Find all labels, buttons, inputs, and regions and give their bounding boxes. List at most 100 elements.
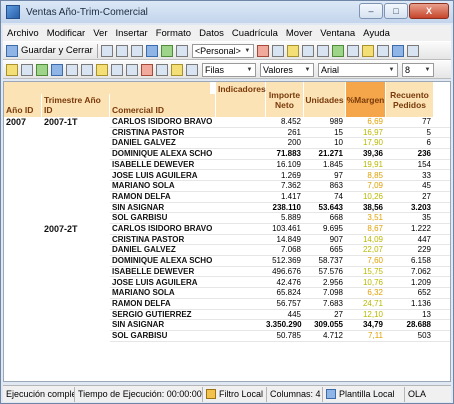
table-row: ISABELLE DEWEVER 496.676 57.576 15,75 7.062: [4, 267, 450, 278]
lightning-icon[interactable]: [361, 44, 374, 57]
pivot-icon[interactable]: [21, 63, 33, 76]
view-icon[interactable]: [145, 44, 158, 57]
table-row: JOSE LUIS AGUILERA 1.269 97 8,85 33: [4, 171, 450, 182]
chart-icon[interactable]: [391, 44, 404, 57]
status-columns: Columnas: 4: [267, 386, 323, 402]
menu-ver[interactable]: Ver: [89, 28, 111, 39]
table-row: SERGIO GUTIERREZ 445 27 12,10 13: [4, 310, 450, 321]
chevron-down-icon: ▼: [246, 66, 253, 73]
status-template[interactable]: Plantilla Local: [323, 386, 405, 402]
highlight-icon[interactable]: [286, 44, 299, 57]
menu-datos[interactable]: Datos: [195, 28, 228, 39]
status-template-label: Plantilla Local: [339, 389, 395, 399]
menu-archivo[interactable]: Archivo: [3, 28, 43, 39]
status-ola: OLA: [408, 389, 427, 399]
minimize-button[interactable]: –: [359, 3, 383, 19]
status-filter[interactable]: Filtro Local: [203, 386, 267, 402]
subtotal-icon[interactable]: [111, 63, 123, 76]
report-grid: Año ID Trimestre Año ID Comercial ID Ind…: [3, 81, 451, 382]
table-row: SIN ASIGNAR 238.110 53.643 38,56 3.203: [4, 203, 450, 214]
rows-select[interactable]: Filas ▼: [202, 62, 256, 77]
status-execution: Ejecución completa: [3, 386, 75, 402]
values-select-value: Valores: [263, 64, 293, 75]
menu-insertar[interactable]: Insertar: [112, 28, 152, 39]
template-icon: [326, 389, 336, 399]
title-bar[interactable]: Ventas Año-Trim-Comercial – □ X: [1, 1, 453, 23]
grid-corner: [4, 82, 210, 94]
table-icon[interactable]: [81, 63, 93, 76]
table-row: ISABELLE DEWEVER 16.109 1.845 19,91 154: [4, 160, 450, 171]
table-row: CARLOS ISIDORO BRAVO 8.452 989 6,69 77: [4, 117, 450, 128]
app-window: Ventas Año-Trim-Comercial – □ X Archivo …: [0, 0, 454, 404]
col-header-margen[interactable]: %Margen: [346, 82, 386, 117]
prompt-icon[interactable]: [51, 63, 63, 76]
paste-icon[interactable]: [130, 44, 143, 57]
style-select[interactable]: <Personal> ▼: [191, 43, 254, 58]
filter-icon[interactable]: [346, 44, 359, 57]
chevron-down-icon: ▼: [304, 66, 311, 73]
col-header-comercial[interactable]: Comercial ID: [110, 94, 216, 117]
font-select[interactable]: Arial ▼: [318, 62, 398, 77]
size-select-value: 8: [405, 64, 411, 75]
table-row: CRISTINA PASTOR 261 15 16,97 5: [4, 128, 450, 139]
percent-icon[interactable]: [316, 44, 329, 57]
sort-icon[interactable]: [271, 44, 284, 57]
table-row: CRISTINA PASTOR 14.849 907 14,09 447: [4, 235, 450, 246]
outline-icon[interactable]: [171, 63, 183, 76]
table-row: JOSE LUIS AGUILERA 42.476 2.956 10,76 1.209: [4, 278, 450, 289]
maximize-button[interactable]: □: [384, 3, 408, 19]
grid-icon[interactable]: [376, 44, 389, 57]
drill-icon[interactable]: [66, 63, 78, 76]
menu-modificar[interactable]: Modificar: [43, 28, 90, 39]
menu-mover[interactable]: Mover: [282, 28, 316, 39]
close-button[interactable]: X: [409, 3, 449, 19]
menu-formato[interactable]: Formato: [152, 28, 195, 39]
refresh-icon[interactable]: [36, 63, 48, 76]
col-header-quarter[interactable]: Trimestre Año ID: [42, 94, 110, 117]
pin-icon[interactable]: [6, 63, 18, 76]
copy-icon[interactable]: [115, 44, 128, 57]
menu-cuadricula[interactable]: Cuadrícula: [228, 28, 282, 39]
toolbar-format: Filas ▼ Valores ▼ Arial ▼ 8 ▼: [3, 60, 451, 79]
table-row: DANIEL GALVEZ 200 10 17,90 6: [4, 138, 450, 150]
menu-bar: Archivo Modificar Ver Insertar Formato D…: [3, 25, 451, 41]
status-filter-label: Filtro Local: [218, 389, 263, 399]
more-icon[interactable]: [406, 44, 419, 57]
chevron-down-icon: ▼: [424, 66, 431, 73]
menu-ayuda[interactable]: Ayuda: [359, 28, 394, 39]
sort-asc-icon[interactable]: [156, 63, 168, 76]
rows-select-value: Filas: [205, 64, 225, 75]
table-row: MARIANO SOLA 65.824 7.098 6,32 652: [4, 288, 450, 299]
page-icon[interactable]: [100, 44, 113, 57]
values-select[interactable]: Valores ▼: [260, 62, 314, 77]
filter-icon: [206, 389, 216, 399]
export-icon[interactable]: [160, 44, 173, 57]
format-icon[interactable]: [256, 44, 269, 57]
save-close-button[interactable]: Guardar y Cerrar: [21, 45, 93, 56]
chevron-down-icon: ▼: [388, 66, 395, 73]
totals-icon[interactable]: [186, 63, 198, 76]
menu-ventana[interactable]: Ventana: [316, 28, 359, 39]
col-header-indicadores[interactable]: Indicadores: [216, 82, 266, 117]
table-row: DOMINIQUE ALEXA SCHO 71.883 21.271 39,36 236: [4, 149, 450, 160]
alert-icon[interactable]: [141, 63, 153, 76]
folder-icon[interactable]: [96, 63, 108, 76]
app-icon: [6, 5, 20, 19]
table-row: RAMON DELFA 56.757 7.683 24,71 1.136: [4, 299, 450, 310]
table-row: SOL GARBISU 50.785 4.712 7,11 503: [4, 331, 450, 342]
font-select-value: Arial: [321, 64, 340, 75]
col-header-unidades[interactable]: Unidades: [304, 82, 346, 117]
col-header-recuento[interactable]: Recuento Pedidos: [386, 82, 434, 117]
toolbar-main: Guardar y Cerrar <Personal> ▼: [3, 41, 451, 60]
table-row: DOMINIQUE ALEXA SCHO 512.369 58.737 7,60 6.1…: [4, 256, 450, 267]
check-icon[interactable]: [331, 44, 344, 57]
col-header-importe[interactable]: Importe Neto: [266, 82, 304, 117]
style-select-value: <Personal>: [194, 45, 241, 56]
status-bar: Ejecución completa Tiempo de Ejecución: …: [3, 385, 451, 402]
size-select[interactable]: 8 ▼: [402, 62, 434, 77]
zoom-icon[interactable]: [126, 63, 138, 76]
window-title: Ventas Año-Trim-Comercial: [26, 6, 148, 18]
sum-icon[interactable]: [301, 44, 314, 57]
col-header-year[interactable]: Año ID: [4, 94, 42, 117]
print-icon[interactable]: [175, 44, 188, 57]
